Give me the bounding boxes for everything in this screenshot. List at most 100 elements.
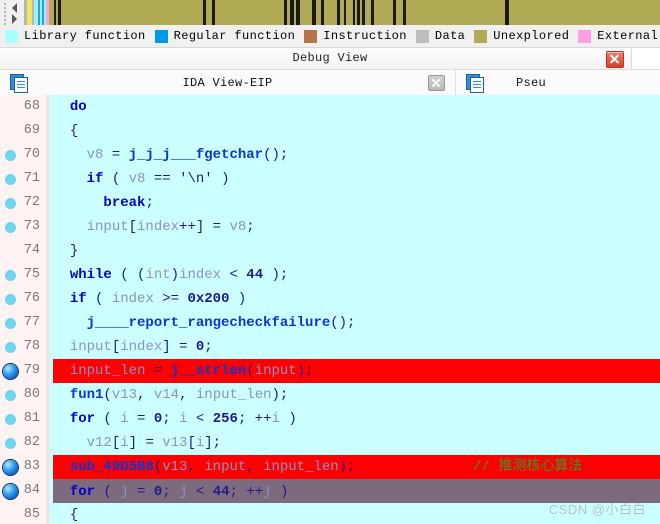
view-tabs: IDA View-EIP Pseu: [0, 70, 660, 97]
code-token-var: v13: [162, 435, 188, 451]
color-legend: Library function Regular function Instruct…: [0, 25, 660, 48]
code-token-punc: ): [212, 171, 230, 187]
line-number: 81: [23, 411, 40, 426]
code-token-num: 0x200: [187, 291, 230, 307]
code-line[interactable]: 78 input[index] = 0;: [0, 335, 660, 359]
code-token-punc: ;: [204, 339, 213, 355]
code-text[interactable]: input_len = j__strlen(input);: [53, 359, 660, 383]
line-number: 73: [23, 219, 40, 234]
code-text[interactable]: for ( i = 0; i < 256; ++i ): [53, 407, 660, 431]
code-line[interactable]: 76 if ( index >= 0x200 ): [0, 287, 660, 311]
legend-swatch-icon: [578, 29, 592, 43]
line-number: 83: [23, 459, 40, 474]
code-text[interactable]: }: [53, 239, 660, 263]
code-text[interactable]: {: [53, 503, 660, 524]
code-text[interactable]: input[index++] = v8;: [53, 215, 660, 239]
navigator-segment: [61, 0, 203, 25]
code-text[interactable]: if ( v8 == '\n' ): [53, 167, 660, 191]
code-token-punc: (: [103, 171, 129, 187]
code-line[interactable]: 79 input_len = j__strlen(input);: [0, 359, 660, 383]
ida-navigator-band[interactable]: [0, 0, 660, 25]
debug-view-right-stub: [631, 48, 660, 69]
code-text[interactable]: if ( index >= 0x200 ): [53, 287, 660, 311]
code-token-var: input_len: [69, 363, 146, 379]
code-text[interactable]: input[index] = 0;: [53, 335, 660, 359]
code-text[interactable]: j____report_rangecheckfailure();: [53, 311, 660, 335]
code-token-punc: =: [128, 484, 154, 500]
code-token-punc: =: [103, 147, 129, 163]
legend-item: Regular function: [154, 29, 296, 43]
code-token-punc: ] =: [128, 435, 163, 451]
code-line[interactable]: 84 for ( j = 0; j < 44; ++j ): [0, 479, 660, 503]
navigator-segment: [373, 0, 394, 25]
line-number: 82: [23, 435, 40, 450]
code-token-punc: ;: [162, 411, 180, 427]
navigator-segments[interactable]: [24, 0, 660, 25]
code-token-punc: ,: [137, 387, 154, 403]
tab-ida-view-eip[interactable]: IDA View-EIP: [0, 70, 456, 97]
nav-next-arrow-icon[interactable]: [12, 14, 17, 24]
code-token-num: 44: [212, 484, 230, 500]
code-token-kw: if: [86, 171, 104, 187]
legend-swatch-icon: [5, 29, 18, 43]
code-token-var: i: [120, 411, 129, 427]
code-text[interactable]: fun1(v13, v14, input_len);: [53, 383, 660, 407]
code-token-punc: ( (: [111, 267, 146, 283]
code-text[interactable]: sub_49D5B8(v13, input, input_len); // 推测…: [53, 455, 660, 479]
code-line[interactable]: 75 while ( (int)index < 44 );: [0, 263, 660, 287]
code-line[interactable]: 81 for ( i = 0; i < 256; ++i ): [0, 407, 660, 431]
code-line[interactable]: 68 do: [0, 95, 660, 119]
code-token-punc: =: [145, 363, 171, 379]
navigator-grip: [2, 1, 8, 25]
line-number: 85: [23, 507, 40, 522]
code-token-type: int: [145, 267, 171, 283]
nav-prev-arrow-icon[interactable]: [12, 3, 17, 13]
code-line[interactable]: 70 v8 = j_j_j___fgetchar();: [0, 143, 660, 167]
line-number: 68: [23, 99, 40, 114]
code-line[interactable]: 80 fun1(v13, v14, input_len);: [0, 383, 660, 407]
code-token-punc: ;: [145, 195, 154, 211]
code-line[interactable]: 73 input[index++] = v8;: [0, 215, 660, 239]
debug-view-titlebar: Debug View: [0, 48, 660, 70]
code-line[interactable]: 85 {: [0, 503, 660, 524]
code-line[interactable]: 74 }: [0, 239, 660, 263]
code-text[interactable]: v8 = j_j_j___fgetchar();: [53, 143, 660, 167]
code-token-punc: ; ++: [229, 484, 264, 500]
legend-label: Library function: [24, 29, 146, 43]
code-line[interactable]: 77 j____report_rangecheckfailure();: [0, 311, 660, 335]
code-text[interactable]: break;: [53, 191, 660, 215]
code-token-punc: [: [111, 435, 121, 451]
code-token-num: 44: [246, 267, 264, 283]
code-text[interactable]: {: [53, 119, 660, 143]
code-line[interactable]: 71 if ( v8 == '\n' ): [0, 167, 660, 191]
code-token-var: index: [120, 339, 163, 355]
tab-close-button[interactable]: [428, 75, 445, 91]
legend-label: Instruction: [323, 29, 407, 43]
code-token-punc: ];: [204, 435, 222, 451]
legend-item: Instruction: [304, 29, 407, 43]
code-line[interactable]: 82 v12[i] = v13[i];: [0, 431, 660, 455]
code-text[interactable]: for ( j = 0; j < 44; ++j ): [53, 484, 289, 500]
code-token-punc: [: [128, 219, 138, 235]
code-text[interactable]: v12[i] = v13[i];: [53, 431, 660, 455]
code-token-punc: <: [187, 484, 213, 500]
code-token-var: i: [179, 411, 188, 427]
pseudocode-editor[interactable]: 68 do 69 {70 v8 = j_j_j___fgetchar(); 71 i…: [0, 95, 660, 524]
line-number: 80: [23, 387, 40, 402]
code-token-punc: ] =: [162, 339, 196, 355]
debug-view-close-button[interactable]: [606, 51, 624, 68]
code-text[interactable]: do: [53, 95, 660, 119]
code-line[interactable]: 72 break;: [0, 191, 660, 215]
code-token-punc: (: [95, 411, 121, 427]
code-text[interactable]: while ( (int)index < 44 );: [53, 263, 660, 287]
code-line[interactable]: 69 {: [0, 119, 660, 143]
code-line[interactable]: 83 sub_49D5B8(v13, input, input_len); //…: [0, 455, 660, 479]
navigator-arrows[interactable]: [11, 0, 23, 25]
legend-item: Unexplored: [474, 29, 569, 43]
legend-label: Unexplored: [493, 29, 570, 43]
code-token-var: input: [69, 339, 112, 355]
tab-pseudocode[interactable]: Pseu: [456, 70, 660, 97]
